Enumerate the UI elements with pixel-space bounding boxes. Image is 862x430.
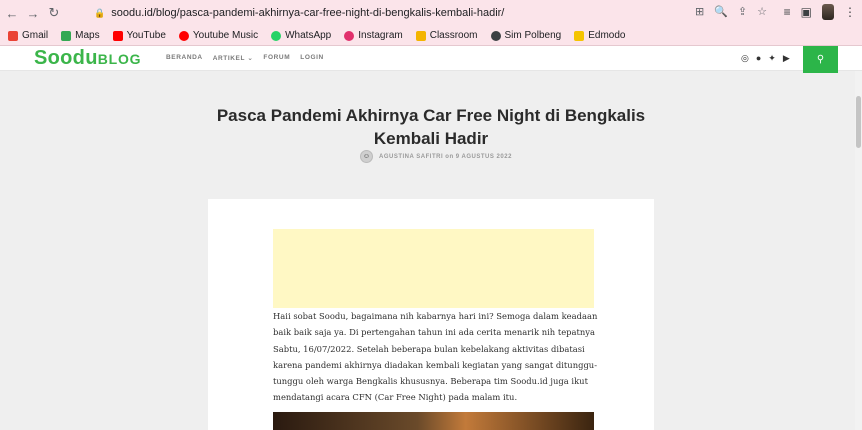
menu-item-beranda[interactable]: BERANDA (166, 54, 203, 62)
instagram-icon (344, 30, 355, 41)
article-body: Haii sobat Soodu, bagaimana nih kabarnya… (273, 311, 598, 403)
reload-icon[interactable]: ↻ (45, 4, 63, 22)
share-icon[interactable]: ⇪ (738, 5, 747, 18)
article-photo[interactable] (273, 412, 594, 430)
url-text[interactable]: soodu.id/blog/pasca-pandemi-akhirnya-car… (111, 7, 504, 19)
bookmark-youtube-music[interactable]: Youtube Music (178, 30, 258, 41)
site-header: SooduBLOG BERANDA ARTIKEL ⌄ FORUM LOGIN … (0, 46, 862, 71)
social-links: ◎ ● ✦ ▶ (741, 53, 790, 64)
zoom-icon[interactable]: 🔍 (714, 5, 728, 18)
menu-kebab-icon[interactable]: ⋮ (844, 5, 856, 19)
browser-toolbar: ← → ↻ 🔒 soodu.id/blog/pasca-pandemi-akhi… (0, 0, 862, 26)
browser-actions: ≡ ▣ ⋮ (784, 4, 856, 20)
bookmark-whatsapp[interactable]: WhatsApp (271, 30, 331, 41)
arrow-right-icon[interactable]: → (24, 4, 42, 22)
bookmark-gmail[interactable]: Gmail (8, 30, 48, 41)
ad-placeholder[interactable] (273, 229, 594, 308)
author-avatar[interactable]: ☺ (360, 150, 373, 163)
bookmark-classroom[interactable]: Classroom (415, 30, 478, 41)
profile-avatar[interactable] (822, 4, 834, 20)
address-bar[interactable]: 🔒 soodu.id/blog/pasca-pandemi-akhirnya-c… (86, 4, 786, 22)
author-byline[interactable]: AGUSTINA SAFITRI on 9 AGUSTUS 2022 (379, 154, 512, 160)
search-icon: ⚲ (816, 54, 825, 65)
menu-item-forum[interactable]: FORUM (263, 54, 290, 62)
youtube-music-icon (178, 30, 189, 41)
bookmarks-bar: Gmail Maps YouTube Youtube Music WhatsAp… (0, 26, 862, 46)
youtube-icon (112, 30, 123, 41)
site-logo[interactable]: SooduBLOG (34, 47, 141, 70)
article-meta: ☺ AGUSTINA SAFITRI on 9 AGUSTUS 2022 (360, 150, 512, 163)
menu-item-artikel[interactable]: ARTIKEL ⌄ (213, 54, 254, 62)
main-menu: BERANDA ARTIKEL ⌄ FORUM LOGIN (166, 54, 324, 62)
scrollbar-thumb[interactable] (856, 96, 861, 148)
bookmark-sim-polbeng[interactable]: Sim Polbeng (490, 30, 561, 41)
omnibox-actions: ⊞ 🔍 ⇪ ☆ (695, 5, 767, 18)
reading-list-icon[interactable]: ≡ (784, 5, 791, 19)
search-button[interactable]: ⚲ (803, 46, 838, 73)
gmail-icon (8, 30, 18, 41)
globe-icon (490, 30, 501, 41)
side-panel-icon[interactable]: ▣ (801, 5, 812, 19)
star-icon[interactable]: ☆ (757, 5, 767, 18)
maps-icon (61, 30, 72, 41)
classroom-icon (415, 30, 426, 41)
edmodo-icon (574, 30, 585, 41)
menu-item-login[interactable]: LOGIN (300, 54, 324, 62)
bookmark-edmodo[interactable]: Edmodo (574, 30, 625, 41)
youtube-icon[interactable]: ▶ (783, 53, 790, 64)
arrow-left-icon[interactable]: ← (3, 4, 21, 22)
translate-icon[interactable]: ⊞ (695, 5, 704, 18)
bookmark-youtube[interactable]: YouTube (112, 30, 166, 41)
article-card: Haii sobat Soodu, bagaimana nih kabarnya… (208, 199, 654, 430)
whatsapp-icon (271, 30, 282, 41)
article-title: Pasca Pandemi Akhirnya Car Free Night di… (216, 106, 646, 148)
bookmark-instagram[interactable]: Instagram (344, 30, 403, 41)
bookmark-maps[interactable]: Maps (61, 30, 100, 41)
lock-icon[interactable]: 🔒 (94, 8, 105, 19)
facebook-icon[interactable]: ● (756, 53, 761, 64)
instagram-icon[interactable]: ◎ (741, 53, 749, 64)
twitter-icon[interactable]: ✦ (768, 53, 776, 64)
